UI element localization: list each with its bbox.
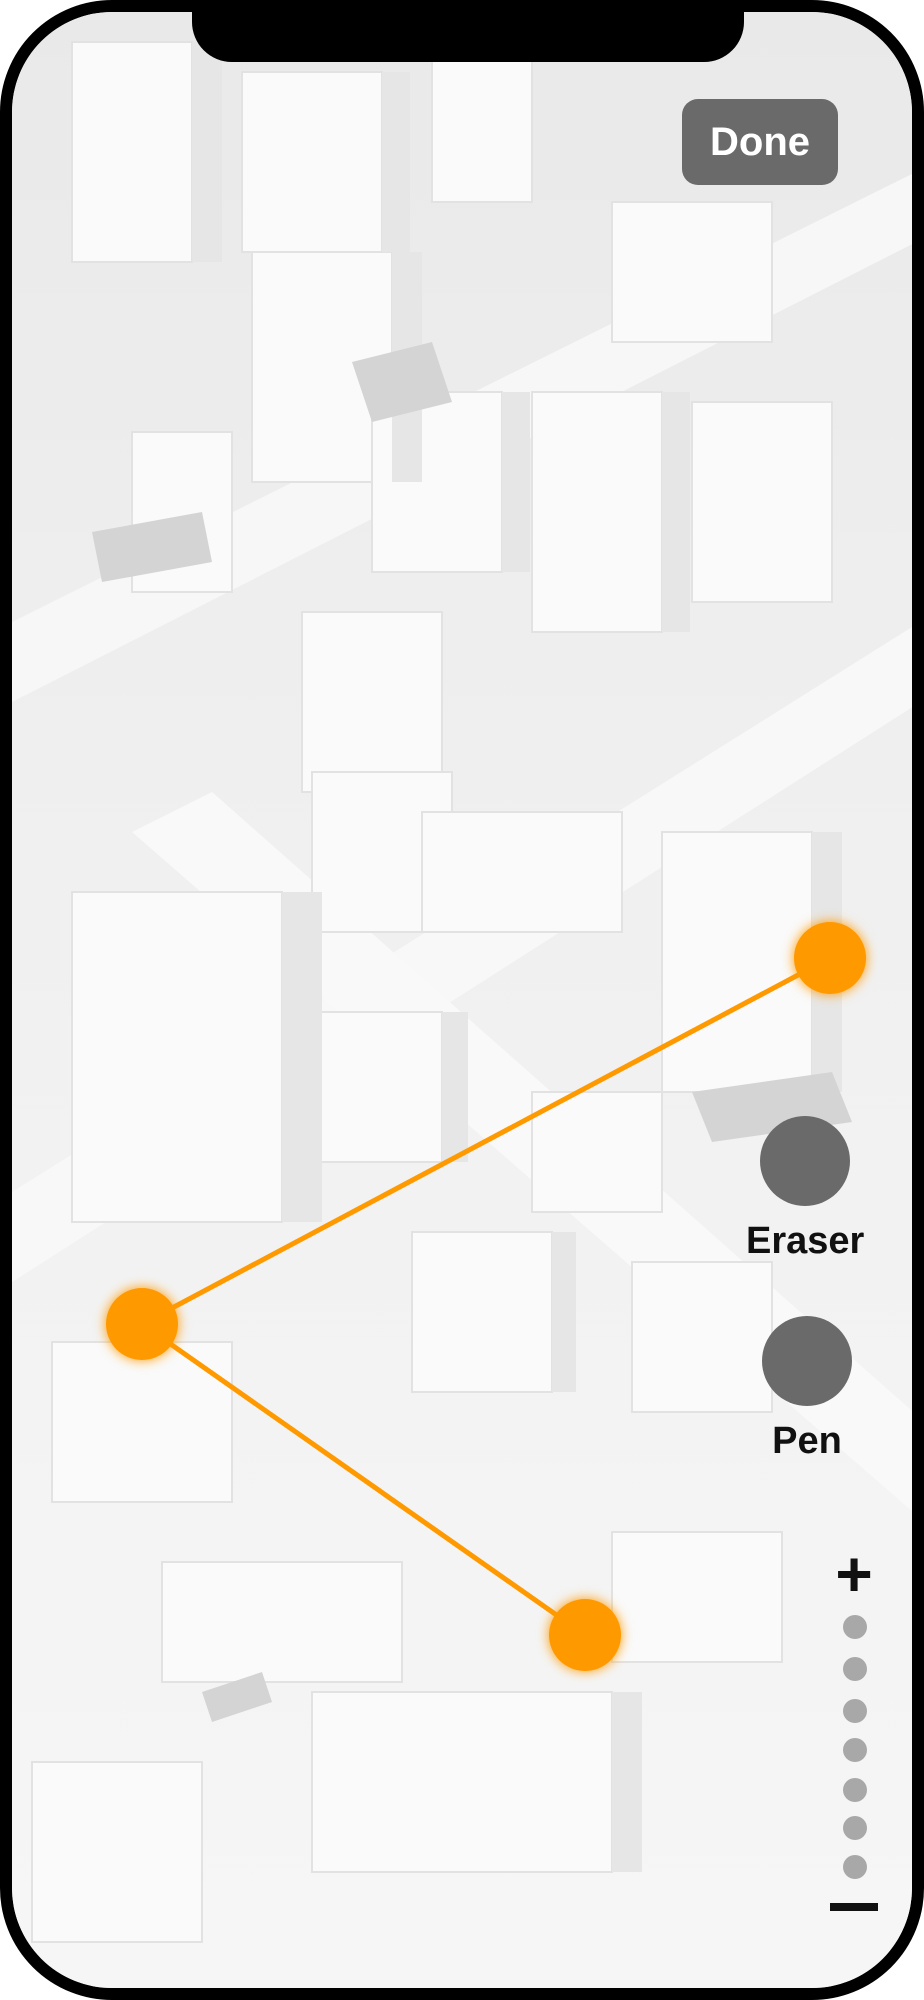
zoom-level-dot[interactable] <box>843 1816 867 1840</box>
pen-label: Pen <box>772 1420 842 1462</box>
zoom-level-dot[interactable] <box>843 1657 867 1681</box>
zoom-level-dot[interactable] <box>843 1615 867 1639</box>
minus-icon[interactable] <box>830 1903 878 1911</box>
route-segment <box>140 1321 587 1638</box>
zoom-level-dot[interactable] <box>843 1778 867 1802</box>
zoom-in-button[interactable]: + <box>824 1542 884 1606</box>
zoom-level-dot[interactable] <box>843 1855 867 1879</box>
pen-tool-button[interactable]: Pen <box>762 1316 852 1463</box>
eraser-tool-button[interactable]: Eraser <box>746 1116 864 1263</box>
route-point-handle[interactable] <box>106 1288 178 1360</box>
zoom-level-dot[interactable] <box>843 1699 867 1723</box>
eraser-circle-icon <box>760 1116 851 1206</box>
device-notch <box>192 12 744 62</box>
drawn-route[interactable] <box>12 12 924 2000</box>
route-segment <box>140 955 832 1327</box>
phone-frame: Done Eraser Pen + <box>0 0 924 2000</box>
pen-circle-icon <box>762 1316 852 1406</box>
route-point-handle[interactable] <box>549 1599 621 1671</box>
route-point-handle[interactable] <box>794 922 866 994</box>
zoom-level-dot[interactable] <box>843 1738 867 1762</box>
eraser-label: Eraser <box>746 1220 865 1262</box>
done-button[interactable]: Done <box>682 99 838 185</box>
